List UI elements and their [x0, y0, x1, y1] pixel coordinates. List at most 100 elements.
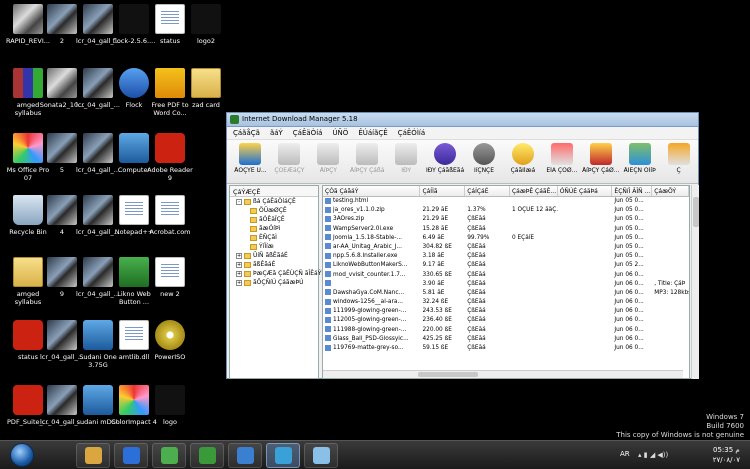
network-icon	[236, 447, 254, 464]
desktop-icon[interactable]: logo2	[182, 4, 230, 45]
taskbar-messenger-button[interactable]	[152, 443, 186, 468]
downloads-list-header: ÇÓã ÇáãáÝ ÇáÍÌã ÇáÍÇáÉ ÇáæÞÊ ÇáãÊ... ÓÑÚÉ Çá…	[323, 186, 689, 197]
desktop-icon[interactable]: Acrobat.com	[146, 195, 194, 236]
tree-expander-icon[interactable]: +	[236, 252, 242, 259]
doc-icon	[119, 195, 149, 225]
menu-item[interactable]: ãáÝ	[270, 129, 283, 137]
table-row[interactable]: WampServer2.0i.exe 15.28 ãÈ ÇßÊãá Jun 05 0.…	[323, 225, 689, 234]
desktop-icon[interactable]: logo	[146, 385, 194, 426]
table-cell: Jun 06 0...	[612, 280, 652, 289]
tree-node[interactable]: + ãßÊãáÉ	[230, 260, 318, 269]
table-row[interactable]: ja_ores_v1.1.0.zip 21.29 ãÈ 1.37% 1 ÓÇÚÉ 12…	[323, 206, 689, 215]
idm-titlebar[interactable]: Internet Download Manager 5.18	[227, 113, 698, 127]
cell-text: Jun 05 0...	[614, 225, 644, 232]
cell-text: Jun 06 0...	[614, 271, 644, 278]
column-header[interactable]: ÇáÍÌã	[420, 186, 466, 196]
menu-item[interactable]: ÇáÊäÒíá	[293, 129, 323, 137]
tree-expander-icon[interactable]: +	[236, 279, 242, 286]
table-row[interactable]: 119769-matte-grey-so... 59.15 ßÈ ÇßÊãá Jun …	[323, 344, 689, 353]
cell-text: Jun 06 0...	[614, 299, 644, 306]
column-header[interactable]: ÊÇÑíÎ ÂÎÑ ...	[612, 186, 653, 196]
taskbar-explorer-button[interactable]	[76, 443, 110, 468]
desktop-icon[interactable]: PowerISO	[146, 320, 194, 361]
table-cell	[652, 335, 689, 344]
toolbar-button[interactable]: ÍÐÝ ÇáãßÊãá	[426, 140, 465, 174]
toolbar-button[interactable]: ÅÎÈÇÑ ÕÏíÞ	[620, 140, 659, 174]
toolbar-button[interactable]: ÍÐÝ	[387, 140, 426, 174]
column-header[interactable]: ÓÑÚÉ ÇáäÞá	[558, 186, 613, 196]
tree-node[interactable]: ÖÛæØÇÊ	[230, 206, 318, 215]
table-row[interactable]: 3.90 ãÈ ÇßÊãá Jun 06 0... , Title: ÇáÞ	[323, 280, 689, 289]
tree-expander-icon[interactable]: +	[236, 261, 242, 268]
column-header[interactable]: ÇáÍÇáÉ	[465, 186, 510, 196]
table-row[interactable]: windows-1256__al-ara... 32.24 ßÈ ÇßÊãá Jun …	[323, 298, 689, 307]
table-row[interactable]: Glass_Ball_PSD-Glossyic... 425.25 ßÈ ÇßÊãá…	[323, 335, 689, 344]
toolbar-button[interactable]: Ç	[659, 140, 698, 174]
table-row[interactable]: mod_vvisit_counter.1.7... 330.65 ßÈ ÇßÊãá J…	[323, 271, 689, 280]
table-row[interactable]: 111999-glowing-green-... 243.53 ßÈ ÇßÊãá Ju…	[323, 307, 689, 316]
table-cell: ÇßÊãá	[465, 289, 510, 298]
tree-node[interactable]: + ÞæÇÆã ÇäÊÙÇÑ ãÎÊáÝÉ	[230, 269, 325, 278]
clock[interactable]: 05:35 م ٢٧/٠٨/٠٧	[713, 445, 740, 465]
table-row[interactable]: Joomla_1.5.18-Stable-... 6.49 ãÈ 99.79% 0 Ë…	[323, 234, 689, 243]
toolbar-button[interactable]: ÎíÇÑÇÊ	[465, 140, 504, 174]
cell-text: DawshaGya.CoM.Nanc...	[333, 289, 405, 296]
taskbar-network-button[interactable]	[228, 443, 262, 468]
table-cell: LiknoWebButtonMakerS...	[323, 261, 420, 270]
table-row[interactable]: ar-AA_Unitag_Arabic_J... 304.82 ßÈ ÇßÊãá Ju…	[323, 243, 689, 252]
table-cell: Jun 06 0...	[612, 316, 652, 325]
taskbar-utorrent-button[interactable]	[190, 443, 224, 468]
taskbar-media-player-button[interactable]	[114, 443, 148, 468]
desktop-icon[interactable]: Adobe Reader 9	[146, 133, 194, 182]
toolbar-button[interactable]: ÅÖÇÝÉ Ú...	[231, 140, 270, 174]
menu-item[interactable]: ÚÑÖ	[332, 129, 348, 137]
menu-item[interactable]: ÇáãåÇã	[233, 129, 260, 137]
vertical-scrollbar[interactable]	[691, 185, 699, 379]
cell-text: mod_vvisit_counter.1.7...	[333, 271, 406, 278]
toolbar-button[interactable]: ÇÓÊÆäÇÝ	[270, 140, 309, 174]
table-row[interactable]: DawshaGya.CoM.Nanc... 5.81 ãÈ ÇßÊãá Jun 06 …	[323, 289, 689, 298]
table-row[interactable]: LiknoWebButtonMakerS... 9.17 ãÈ ÇßÊãá Jun 0…	[323, 261, 689, 270]
table-row[interactable]: npp.5.6.8.Installer.exe 3.18 ãÈ ÇßÊãá Jun 0…	[323, 252, 689, 261]
tree-node[interactable]: ãæÓíÞì	[230, 224, 318, 233]
cell-text: ÇßÊãá	[467, 280, 486, 287]
vscroll-thumb[interactable]	[693, 197, 699, 227]
toolbar-button[interactable]: ÅíÞÇÝ	[309, 140, 348, 174]
table-row[interactable]: 111988-glowing-green-... 220.00 ßÈ ÇßÊãá Ju…	[323, 326, 689, 335]
tree-node[interactable]: ÝíÏíæ	[230, 242, 318, 251]
menu-item[interactable]: ÇáÊÓÌíá	[398, 129, 425, 137]
system-tray: AR ▴ ▮ ◢ ◀)) 05:35 م ٢٧/٠٨/٠٧	[610, 441, 750, 469]
tree-node[interactable]: ÈÑÇãÌ	[230, 233, 318, 242]
table-cell: 220.00 ßÈ	[420, 326, 465, 335]
hscroll-thumb[interactable]	[418, 372, 478, 377]
toolbar-button[interactable]: ÈÏÁ ÇÕØ...	[542, 140, 581, 174]
desktop-icon[interactable]: zad card	[182, 68, 230, 109]
tree-expander-icon[interactable]: +	[236, 270, 242, 277]
table-cell: 119769-matte-grey-so...	[323, 344, 420, 353]
tree-node[interactable]: + ãÔÇÑíÚ ÇáãæÞÚ	[230, 278, 318, 287]
taskbar-paint-button[interactable]	[304, 443, 338, 468]
tray-icons[interactable]: ▴ ▮ ◢ ◀))	[638, 451, 668, 459]
table-row[interactable]: testing.html Jun 05 0...	[323, 197, 689, 206]
toolbar-button[interactable]: ÇáãÌÏæá	[503, 140, 542, 174]
tree-expander-icon[interactable]: -	[236, 198, 242, 205]
tree-node[interactable]: + ÛíÑ ãßÊãáÉ	[230, 251, 318, 260]
table-cell: 1 ÓÇÚÉ 12 ãäÇ...	[510, 206, 558, 215]
desktop-icon[interactable]: new 2	[146, 257, 194, 298]
language-indicator[interactable]: AR	[620, 450, 630, 458]
taskbar-idm-button[interactable]	[266, 443, 300, 468]
cell-text: 21.29 ãÈ	[422, 207, 449, 214]
toolbar-button[interactable]: ÅíÞÇÝ Çáßá	[348, 140, 387, 174]
table-row[interactable]: 3AOres.zip 21.29 ãÈ ÇßÊãá Jun 05 0...	[323, 215, 689, 224]
column-header[interactable]: ÇáæÕÝ	[652, 186, 689, 196]
table-cell: ÇßÊãá	[465, 261, 510, 270]
column-header[interactable]: ÇáæÞÊ ÇáãÊ...	[510, 186, 558, 196]
start-button[interactable]	[2, 442, 42, 469]
table-row[interactable]: 112005-glowing-green-... 236.40 ßÈ ÇßÊãá Ju…	[323, 316, 689, 325]
horizontal-scrollbar[interactable]	[323, 370, 683, 378]
tree-node[interactable]: ãÓÊäÏÇÊ	[230, 215, 318, 224]
toolbar-button[interactable]: ÅíÞÇÝ ÇáØ...	[581, 140, 620, 174]
tree-node[interactable]: - ßá ÇáÊäÒíáÇÊ	[230, 197, 318, 206]
menu-item[interactable]: ÊÚáíãÇÊ	[358, 129, 387, 137]
column-header[interactable]: ÇÓã ÇáãáÝ	[323, 186, 421, 196]
